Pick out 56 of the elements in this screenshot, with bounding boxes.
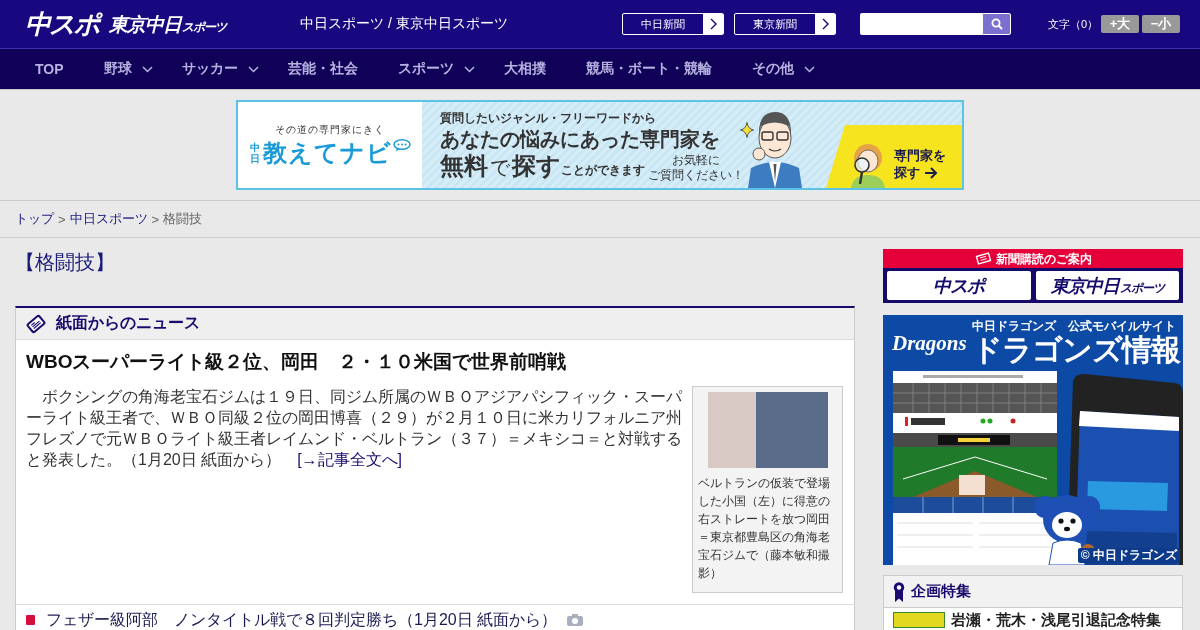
newspaper-logo-button[interactable]: 東京中日スポーツ	[1035, 271, 1179, 300]
breadcrumb-link[interactable]: トップ	[15, 210, 54, 228]
site-tagline: 中日スポーツ / 東京中日スポーツ	[300, 15, 509, 33]
section-title: 紙面からのニュース	[56, 313, 200, 333]
newspaper-link[interactable]: 中日新聞	[622, 13, 724, 35]
nav-item[interactable]: 大相撲	[503, 60, 546, 78]
nav-item[interactable]: サッカー	[181, 60, 259, 78]
breadcrumb-separator: >	[151, 211, 160, 227]
nav-item[interactable]: TOP	[35, 61, 64, 77]
nav-item[interactable]: 競馬・ボート・競輪	[585, 60, 712, 78]
thumbnail-placeholder	[893, 612, 945, 628]
dragons-ad-banner[interactable]: Dragons 中日ドラゴンズ 公式モバイルサイト ドラゴンズ情報 © 中日ドラゴンズ	[883, 315, 1183, 565]
arrow-right-icon	[924, 166, 938, 179]
ad-title: ドラゴンズ情報	[971, 333, 1180, 367]
article-body: ボクシングの角海老宝石ジムは１９日、同ジム所属のＷＢＯアジアパシフィック・スーパーライト級王者で、ＷＢＯ同級２位の岡田博喜（２９）が２月１０日に米カリフォルニア州フレズノで元ＷＢＯライト級王者レイムンド・ベルトラン（３７）＝メキシコ＝と対戦すると発表した。（1月20日 紙面から） [→記事全文へ]	[26, 387, 683, 470]
nav-item[interactable]: 芸能・社会	[287, 60, 358, 78]
chevron-right-icon	[709, 18, 717, 30]
bullet-icon	[26, 614, 35, 625]
search-button[interactable]	[982, 13, 1011, 35]
ad-lead: 質問したいジャンル・フリーワードから	[440, 111, 657, 125]
ad-brand-logo: 教えてナビ	[262, 138, 392, 167]
breadcrumb-separator: >	[58, 211, 66, 227]
full-article-link[interactable]: [→記事全文へ]	[297, 451, 403, 468]
chevron-right-icon	[821, 18, 829, 30]
search-field[interactable]	[860, 13, 982, 35]
speech-bubble-icon	[392, 138, 411, 152]
copyright-notice: © 中日ドラゴンズ	[1077, 548, 1180, 563]
page-title: 【格闘技】	[15, 250, 116, 275]
ad-kicker: その道の専門家にきく	[275, 123, 385, 136]
site-logo[interactable]: 東京中日スポーツ	[109, 14, 226, 34]
section-title: 企画特集	[911, 582, 971, 601]
breadcrumb-current: 格闘技	[163, 210, 203, 228]
nav-item[interactable]: 野球	[103, 60, 153, 78]
ad-headline: あなたの悩みにあった専門家を	[440, 127, 721, 151]
article-headline[interactable]: WBOスーパーライト級２位、岡田 ２・１０米国で世界前哨戦	[26, 350, 843, 374]
dragons-logo: Dragons	[891, 330, 968, 356]
chevron-down-icon	[463, 65, 475, 73]
nav-item[interactable]: スポーツ	[397, 60, 475, 78]
subscription-title: 新聞購読のご案内	[995, 251, 1092, 266]
chevron-down-icon	[141, 65, 153, 73]
breadcrumb-link[interactable]: 中日スポーツ	[69, 210, 148, 228]
search-icon	[990, 18, 1003, 30]
ticket-icon	[974, 252, 992, 265]
ad-brand-prefix: 中日	[249, 141, 260, 164]
award-ribbon-icon	[893, 581, 905, 602]
ad-tagline: 無料で探す ことができます	[440, 151, 645, 181]
chevron-down-icon	[803, 65, 815, 73]
ad-note: お気軽に ご質問ください！	[648, 153, 744, 183]
font-size-label: 文字（0）	[1048, 16, 1099, 32]
newspaper-logo-button[interactable]: 中スポ	[887, 271, 1031, 300]
chevron-down-icon	[247, 65, 259, 73]
sparkle-icon	[740, 122, 754, 138]
photo-caption: ベルトランの仮装で登場した小国（左）に得意の右ストレートを放つ岡田＝東京都豊島区の角海老宝石ジムで（藤本敏和撮影）	[698, 475, 831, 582]
newspaper-link[interactable]: 東京新聞	[734, 13, 836, 35]
nav-item[interactable]: その他	[751, 60, 815, 78]
ad-subtitle: 中日ドラゴンズ 公式モバイルサイト	[971, 319, 1177, 333]
